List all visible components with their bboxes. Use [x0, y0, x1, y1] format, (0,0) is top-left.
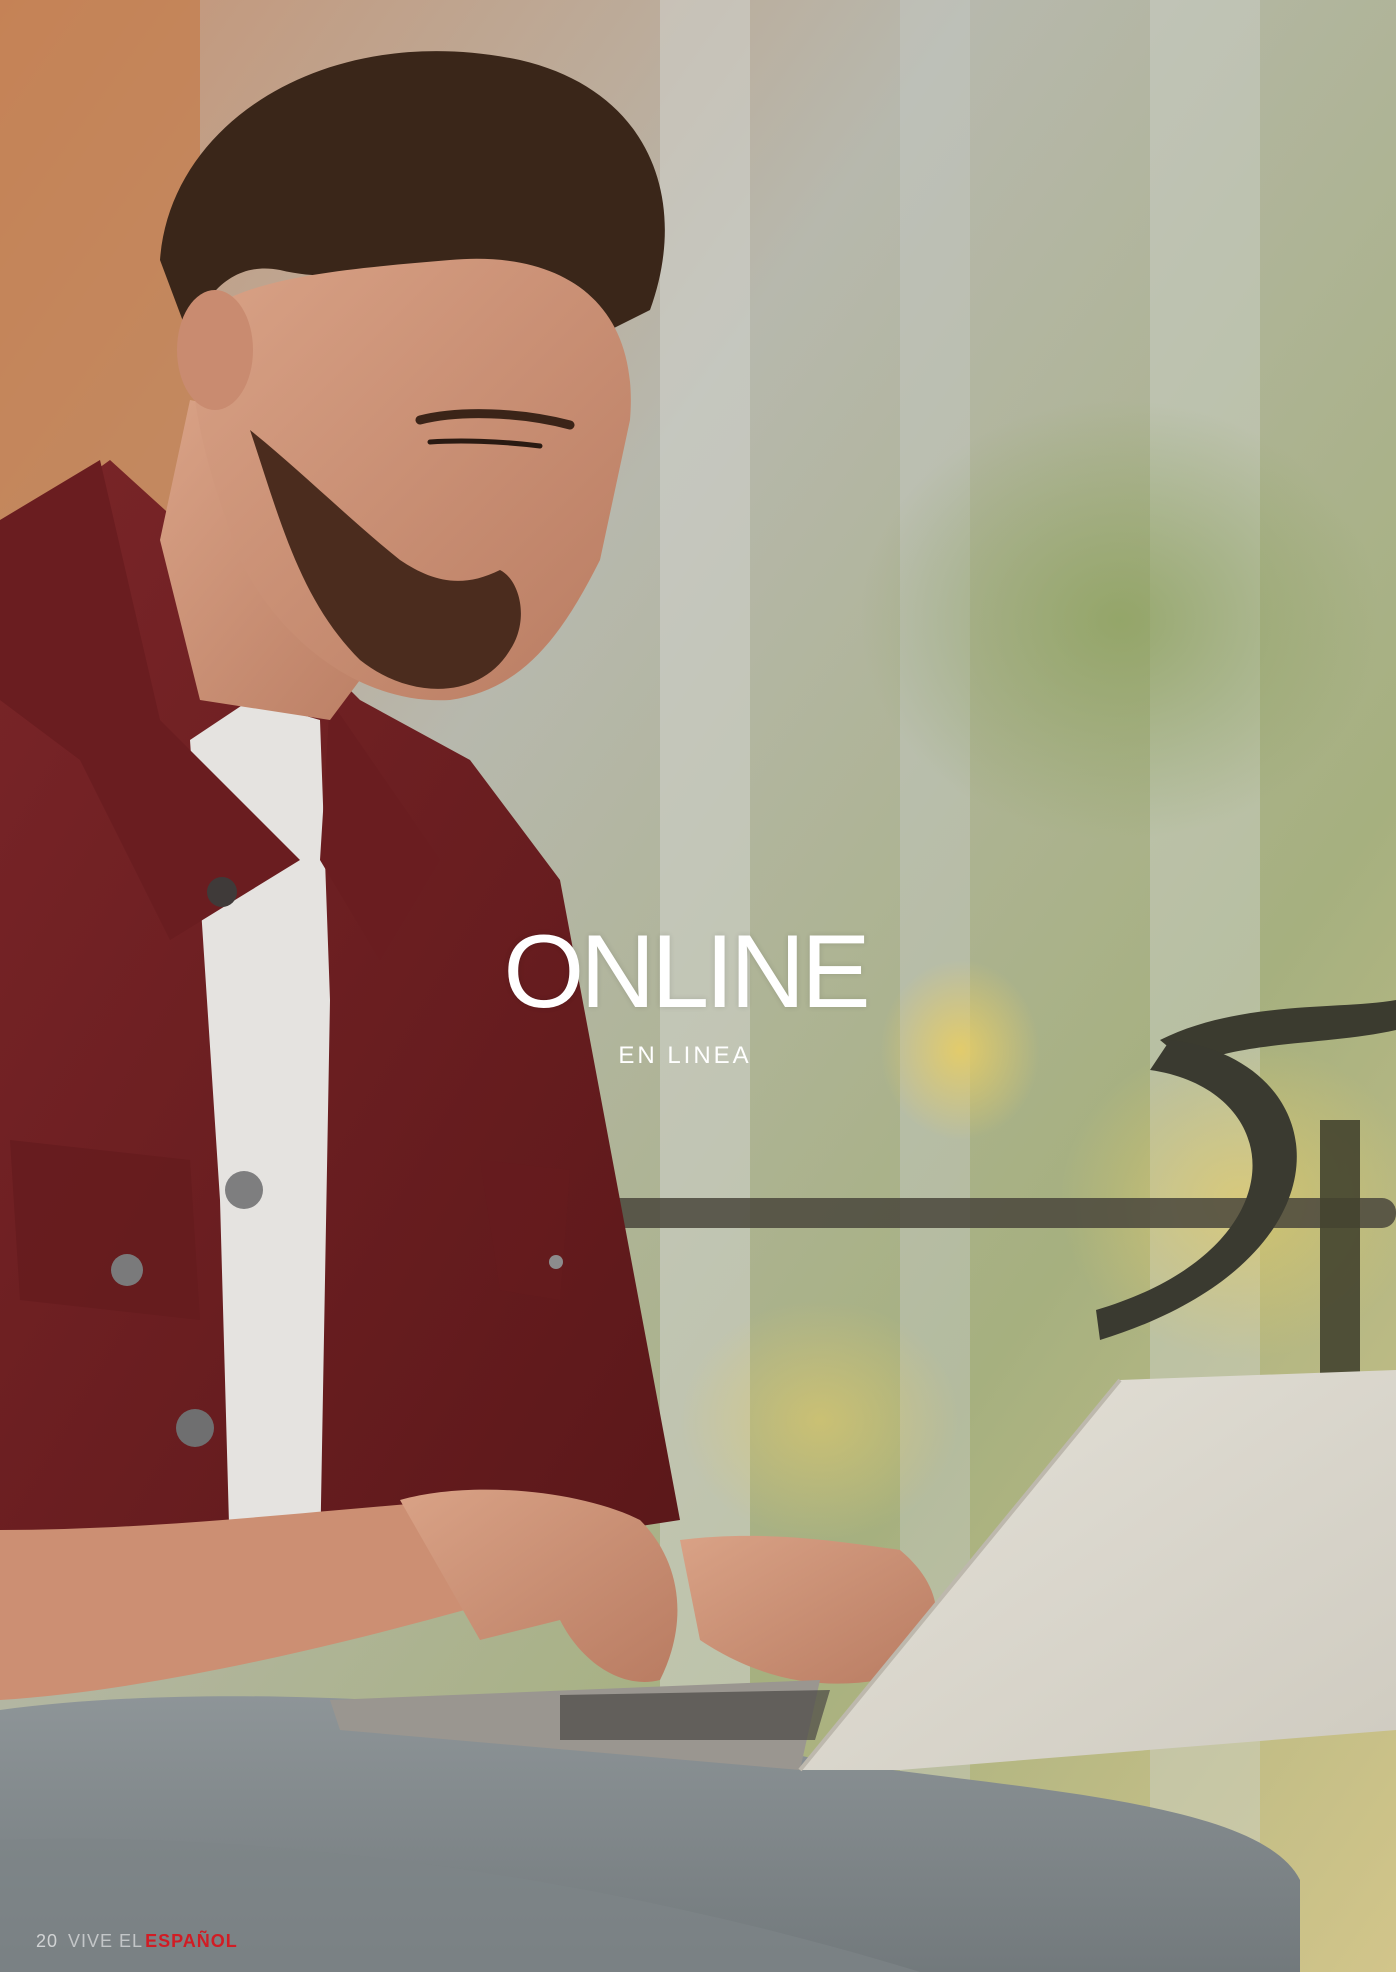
headline-block: ONLINE EN LINEA [490, 920, 880, 1070]
brand-name-light: VIVE EL [68, 1931, 144, 1951]
brand-name-bold: ESPAÑOL [145, 1931, 238, 1951]
magazine-page: ONLINE EN LINEA 20 VIVE EL ESPAÑOL [0, 0, 1396, 1972]
headline-subtitle: EN LINEA [618, 1042, 752, 1069]
headline-title: ONLINE [503, 914, 870, 1030]
page-footer: 20 VIVE EL ESPAÑOL [36, 1931, 238, 1952]
page-number: 20 [36, 1931, 59, 1951]
